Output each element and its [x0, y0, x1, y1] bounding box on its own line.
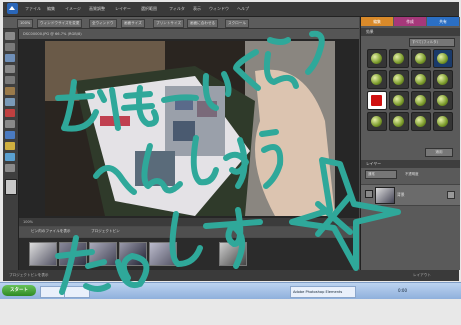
photoshop-elements-window: ファイル 編集 イメージ 画質調整 レイヤー 選択範囲 フィルタ 表示 ウィンド…	[3, 2, 460, 281]
eye-icon[interactable]	[365, 190, 373, 198]
menu-edit[interactable]: 編集	[47, 6, 55, 12]
menu-layer[interactable]: レイヤー	[115, 6, 131, 12]
foreground-color-swatch[interactable]	[5, 179, 17, 195]
effects-panel-title[interactable]: 効果	[361, 28, 460, 36]
effect-thumbnail[interactable]	[433, 70, 453, 89]
system-tray-clock: 0:00	[398, 288, 407, 293]
shape-tool-icon[interactable]	[5, 164, 15, 172]
project-bin	[19, 238, 359, 270]
menu-image[interactable]: イメージ	[65, 6, 81, 12]
taskbar: スタート Adobe Photoshop Elements 0:00	[0, 282, 461, 299]
show-bin-label[interactable]: プロジェクトビンを表示	[9, 273, 49, 277]
task-icon-folder[interactable]	[64, 286, 90, 298]
task-photoshop[interactable]: Adobe Photoshop Elements	[290, 286, 356, 298]
scroll-button[interactable]: スクロール	[225, 19, 249, 28]
hand-tool-icon[interactable]	[5, 54, 15, 62]
all-windows-button[interactable]: 全ウィンドウ	[89, 19, 117, 28]
tab-share[interactable]: 共有	[427, 17, 459, 26]
eraser-tool-icon[interactable]	[5, 142, 15, 150]
menu-enhance[interactable]: 画質調整	[89, 6, 105, 12]
menu-file[interactable]: ファイル	[25, 6, 41, 12]
marquee-tool-icon[interactable]	[5, 76, 15, 84]
bin-select[interactable]: ビン内のファイルを表示	[31, 229, 71, 234]
effect-thumbnail[interactable]	[411, 91, 431, 110]
effect-thumbnail[interactable]	[433, 112, 453, 131]
effect-thumbnail[interactable]	[411, 49, 431, 68]
toolbox	[3, 29, 19, 279]
bin-thumbnail[interactable]	[119, 242, 147, 266]
layout-label[interactable]: レイアウト	[413, 270, 431, 281]
fit-screen-button[interactable]: 画面に合わせる	[187, 19, 219, 28]
actual-pixels-button[interactable]: 画面サイズ	[121, 19, 145, 28]
layer-name: 背景	[397, 192, 405, 197]
effect-thumbnail[interactable]	[389, 70, 409, 89]
photo-canvas[interactable]	[45, 41, 335, 216]
task-icon-ie[interactable]	[40, 286, 66, 298]
effect-thumbnail[interactable]	[433, 91, 453, 110]
layers-panel-title[interactable]: レイヤー	[361, 160, 460, 168]
bin-thumbnail[interactable]	[219, 242, 247, 266]
effect-thumbnail[interactable]	[411, 70, 431, 89]
bin-thumbnail[interactable]	[59, 242, 87, 266]
home-icon[interactable]	[7, 3, 18, 14]
apply-button[interactable]: 適用	[425, 148, 453, 157]
tab-edit[interactable]: 編集	[361, 17, 393, 26]
effect-thumbnail[interactable]	[367, 70, 387, 89]
menu-window[interactable]: ウィンドウ	[209, 6, 229, 12]
menu-help[interactable]: ヘルプ	[237, 6, 249, 12]
lasso-tool-icon[interactable]	[5, 87, 15, 95]
photo-image	[45, 41, 335, 216]
menu-select[interactable]: 選択範囲	[141, 6, 157, 12]
red-eye-tool-icon[interactable]	[5, 109, 15, 117]
effect-thumbnail[interactable]	[389, 112, 409, 131]
lock-icon[interactable]	[447, 191, 455, 199]
document-title: DSC00000.JPG @ 66.7% (RGB/8)	[19, 29, 359, 39]
paint-bucket-tool-icon[interactable]	[5, 153, 15, 161]
zoom-field[interactable]: 100%	[17, 19, 34, 28]
opacity-label: 不透明度	[405, 172, 419, 176]
right-panel: 編集 作成 共有 効果 すべて(フィルタ) 適用 レイヤー 通常 不透明度 背景	[360, 17, 460, 270]
zoom-tool-icon[interactable]	[5, 43, 15, 51]
effect-thumbnail[interactable]	[411, 112, 431, 131]
footer-bar: プロジェクトビンを表示 レイアウト	[3, 270, 459, 281]
resize-window-button[interactable]: ウィンドウサイズを変更	[37, 19, 83, 28]
tool-options-bar: 100% ウィンドウサイズを変更 全ウィンドウ 画面サイズ プリントサイズ 画面…	[3, 17, 359, 29]
effect-thumbnail[interactable]	[367, 49, 387, 68]
magic-wand-tool-icon[interactable]	[5, 98, 15, 106]
menu-bar: ファイル 編集 イメージ 画質調整 レイヤー 選択範囲 フィルタ 表示 ウィンド…	[3, 2, 459, 17]
layer-row-background[interactable]: 背景	[361, 184, 460, 206]
brush-tool-icon[interactable]	[5, 131, 15, 139]
menu-view[interactable]: 表示	[193, 6, 201, 12]
tab-create[interactable]: 作成	[394, 17, 426, 26]
effects-filter-select[interactable]: すべて(フィルタ)	[409, 38, 455, 47]
blend-mode-select[interactable]: 通常	[365, 170, 397, 179]
status-bar: 100%	[19, 218, 359, 226]
print-size-button[interactable]: プリントサイズ	[153, 19, 185, 28]
bin-label: プロジェクトビン	[91, 229, 120, 233]
effect-thumbnail[interactable]	[433, 49, 453, 68]
menu-filter[interactable]: フィルタ	[169, 6, 185, 12]
layer-thumbnail	[375, 187, 395, 204]
bin-thumbnail[interactable]	[89, 242, 117, 266]
spot-healing-tool-icon[interactable]	[5, 120, 15, 128]
effect-thumbnail[interactable]	[389, 91, 409, 110]
bin-thumbnail[interactable]	[149, 242, 177, 266]
effect-thumbnail[interactable]	[389, 49, 409, 68]
effect-thumbnail[interactable]	[367, 112, 387, 131]
document-window: DSC00000.JPG @ 66.7% (RGB/8)	[19, 29, 359, 219]
move-tool-icon[interactable]	[5, 32, 15, 40]
project-bin-header: ビン内のファイルを表示 プロジェクトビン	[19, 227, 359, 237]
effect-thumbnail[interactable]	[367, 91, 387, 110]
eyedropper-tool-icon[interactable]	[5, 65, 15, 73]
bin-thumbnail[interactable]	[29, 242, 57, 266]
start-button[interactable]: スタート	[2, 285, 36, 296]
